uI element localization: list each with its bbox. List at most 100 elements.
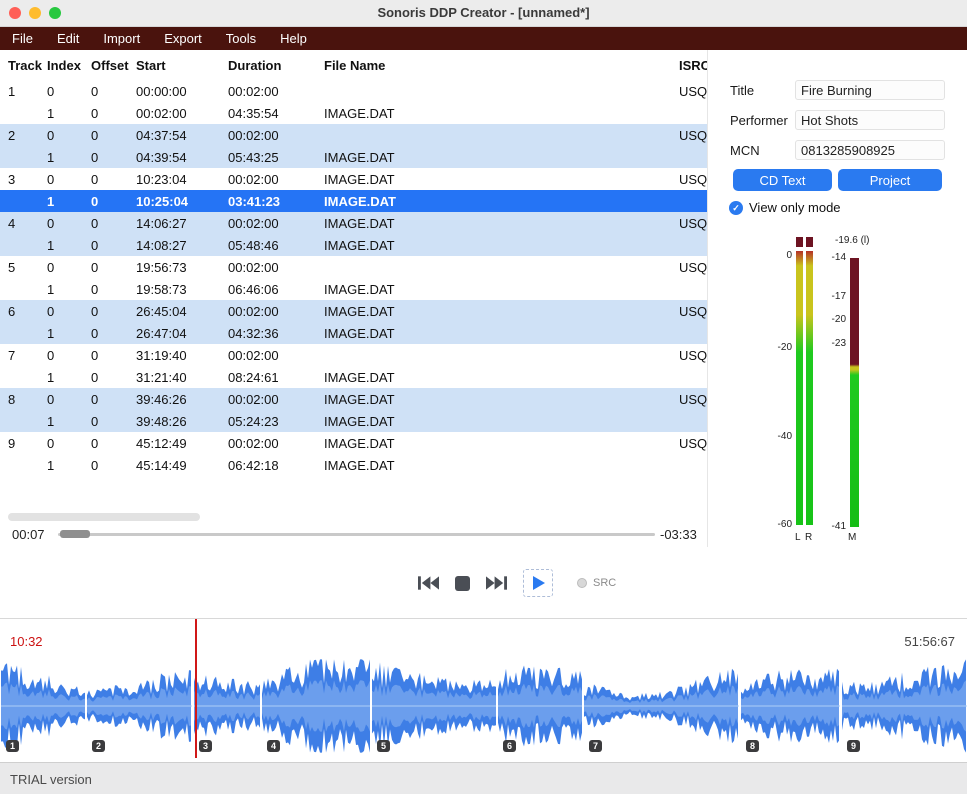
- cell-offset: 0: [91, 392, 136, 407]
- menu-item-import[interactable]: Import: [91, 31, 152, 46]
- transport-controls: SRC: [418, 568, 616, 598]
- table-row[interactable]: 90045:12:4900:02:00IMAGE.DATUSQ: [0, 432, 707, 454]
- cell-offset: 0: [91, 436, 136, 451]
- cell-file: IMAGE.DAT: [324, 304, 679, 319]
- titlebar: Sonoris DDP Creator - [unnamed*]: [0, 0, 967, 27]
- cell-offset: 0: [91, 304, 136, 319]
- table-row[interactable]: 60026:45:0400:02:00IMAGE.DATUSQ: [0, 300, 707, 322]
- cell-offset: 0: [91, 106, 136, 121]
- waveform-graphic: [842, 658, 967, 754]
- project-button[interactable]: Project: [838, 169, 942, 191]
- table-row[interactable]: 40014:06:2700:02:00IMAGE.DATUSQ: [0, 212, 707, 234]
- playhead-time: 10:32: [10, 634, 43, 649]
- cell-track: 1: [8, 84, 47, 99]
- previous-button[interactable]: [418, 576, 439, 590]
- cell-start: 00:00:00: [136, 84, 228, 99]
- lr-scale-label: -40: [766, 431, 792, 443]
- waveform-track-1[interactable]: 1: [1, 658, 85, 754]
- column-header-track: Track: [8, 58, 47, 73]
- remaining-time: -03:33: [660, 527, 697, 542]
- table-row[interactable]: 1019:58:7306:46:06IMAGE.DAT: [0, 278, 707, 300]
- cell-offset: 0: [91, 84, 136, 99]
- menu-item-help[interactable]: Help: [268, 31, 319, 46]
- cell-duration: 04:35:54: [228, 106, 324, 121]
- table-row[interactable]: 1010:25:0403:41:23IMAGE.DAT: [0, 190, 707, 212]
- total-time: 51:56:67: [904, 634, 955, 649]
- table-row[interactable]: 1039:48:2605:24:23IMAGE.DAT: [0, 410, 707, 432]
- menu-item-edit[interactable]: Edit: [45, 31, 91, 46]
- cell-start: 31:21:40: [136, 370, 228, 385]
- waveform-track-8[interactable]: 8: [741, 658, 840, 754]
- waveform-track-5[interactable]: 5: [372, 658, 496, 754]
- table-row[interactable]: 1000:02:0004:35:54IMAGE.DAT: [0, 102, 707, 124]
- column-header-isrc: ISRC: [679, 58, 707, 73]
- waveform-track-4[interactable]: 4: [262, 658, 370, 754]
- cell-offset: 0: [91, 128, 136, 143]
- next-button[interactable]: [486, 576, 507, 590]
- peak-readout: -19.6 (l): [835, 235, 869, 246]
- cell-duration: 04:32:36: [228, 326, 324, 341]
- cell-offset: 0: [91, 260, 136, 275]
- table-row[interactable]: 20004:37:5400:02:00USQ: [0, 124, 707, 146]
- cell-offset: 0: [91, 216, 136, 231]
- table-row[interactable]: 1004:39:5405:43:25IMAGE.DAT: [0, 146, 707, 168]
- cell-start: 45:12:49: [136, 436, 228, 451]
- view-only-label: View only mode: [749, 200, 841, 215]
- cell-duration: 00:02:00: [228, 216, 324, 231]
- table-row[interactable]: 10000:00:0000:02:00USQ: [0, 80, 707, 102]
- waveform-track-9[interactable]: 9: [842, 658, 967, 754]
- table-row[interactable]: 30010:23:0400:02:00IMAGE.DATUSQ: [0, 168, 707, 190]
- cell-isrc: USQ: [679, 348, 707, 363]
- table-row[interactable]: 50019:56:7300:02:00USQ: [0, 256, 707, 278]
- cell-start: 26:45:04: [136, 304, 228, 319]
- app-window: Sonoris DDP Creator - [unnamed*] File Ed…: [0, 0, 967, 794]
- cell-offset: 0: [91, 150, 136, 165]
- waveform-track-3[interactable]: 3: [194, 658, 260, 754]
- table-row[interactable]: 1026:47:0404:32:36IMAGE.DAT: [0, 322, 707, 344]
- m-scale-label: -17: [820, 291, 846, 303]
- cell-offset: 0: [91, 326, 136, 341]
- cd-text-button[interactable]: CD Text: [733, 169, 832, 191]
- play-button[interactable]: [523, 569, 553, 597]
- track-number-badge: 8: [746, 740, 759, 752]
- stop-button[interactable]: [455, 576, 470, 591]
- cell-start: 04:39:54: [136, 150, 228, 165]
- cell-start: 14:08:27: [136, 238, 228, 253]
- table-horizontal-scrollbar[interactable]: [8, 513, 200, 521]
- playhead-cursor[interactable]: [195, 619, 197, 758]
- title-input[interactable]: [795, 80, 945, 100]
- menu-item-export[interactable]: Export: [152, 31, 214, 46]
- cell-start: 04:37:54: [136, 128, 228, 143]
- waveform-track-6[interactable]: 6: [498, 658, 582, 754]
- position-slider[interactable]: [58, 524, 655, 544]
- performer-field-row: Performer: [730, 110, 958, 130]
- table-row[interactable]: 1031:21:4008:24:61IMAGE.DAT: [0, 366, 707, 388]
- performer-input[interactable]: [795, 110, 945, 130]
- table-row[interactable]: 80039:46:2600:02:00IMAGE.DATUSQ: [0, 388, 707, 410]
- waveform-track-2[interactable]: 2: [87, 658, 192, 754]
- cell-file: IMAGE.DAT: [324, 194, 679, 209]
- cell-index: 1: [47, 150, 91, 165]
- m-scale-label: -14: [820, 252, 846, 264]
- slider-thumb[interactable]: [60, 530, 90, 538]
- cell-file: IMAGE.DAT: [324, 392, 679, 407]
- view-only-checkbox[interactable]: ✓: [729, 201, 743, 215]
- cell-index: 1: [47, 106, 91, 121]
- waveform-track-7[interactable]: 7: [584, 658, 739, 754]
- table-row[interactable]: 1014:08:2705:48:46IMAGE.DAT: [0, 234, 707, 256]
- skip-forward-icon: [486, 576, 507, 590]
- lr-scale-label: 0: [766, 250, 792, 262]
- cell-isrc: USQ: [679, 436, 707, 451]
- mcn-input[interactable]: [795, 140, 945, 160]
- cell-index: 1: [47, 326, 91, 341]
- cell-start: 39:46:26: [136, 392, 228, 407]
- track-number-badge: 5: [377, 740, 390, 752]
- cell-duration: 00:02:00: [228, 172, 324, 187]
- track-number-badge: 9: [847, 740, 860, 752]
- column-header-duration: Duration: [228, 58, 324, 73]
- menu-item-file[interactable]: File: [0, 31, 45, 46]
- track-number-badge: 1: [6, 740, 19, 752]
- table-row[interactable]: 70031:19:4000:02:00USQ: [0, 344, 707, 366]
- menu-item-tools[interactable]: Tools: [214, 31, 268, 46]
- table-row[interactable]: 1045:14:4906:42:18IMAGE.DAT: [0, 454, 707, 476]
